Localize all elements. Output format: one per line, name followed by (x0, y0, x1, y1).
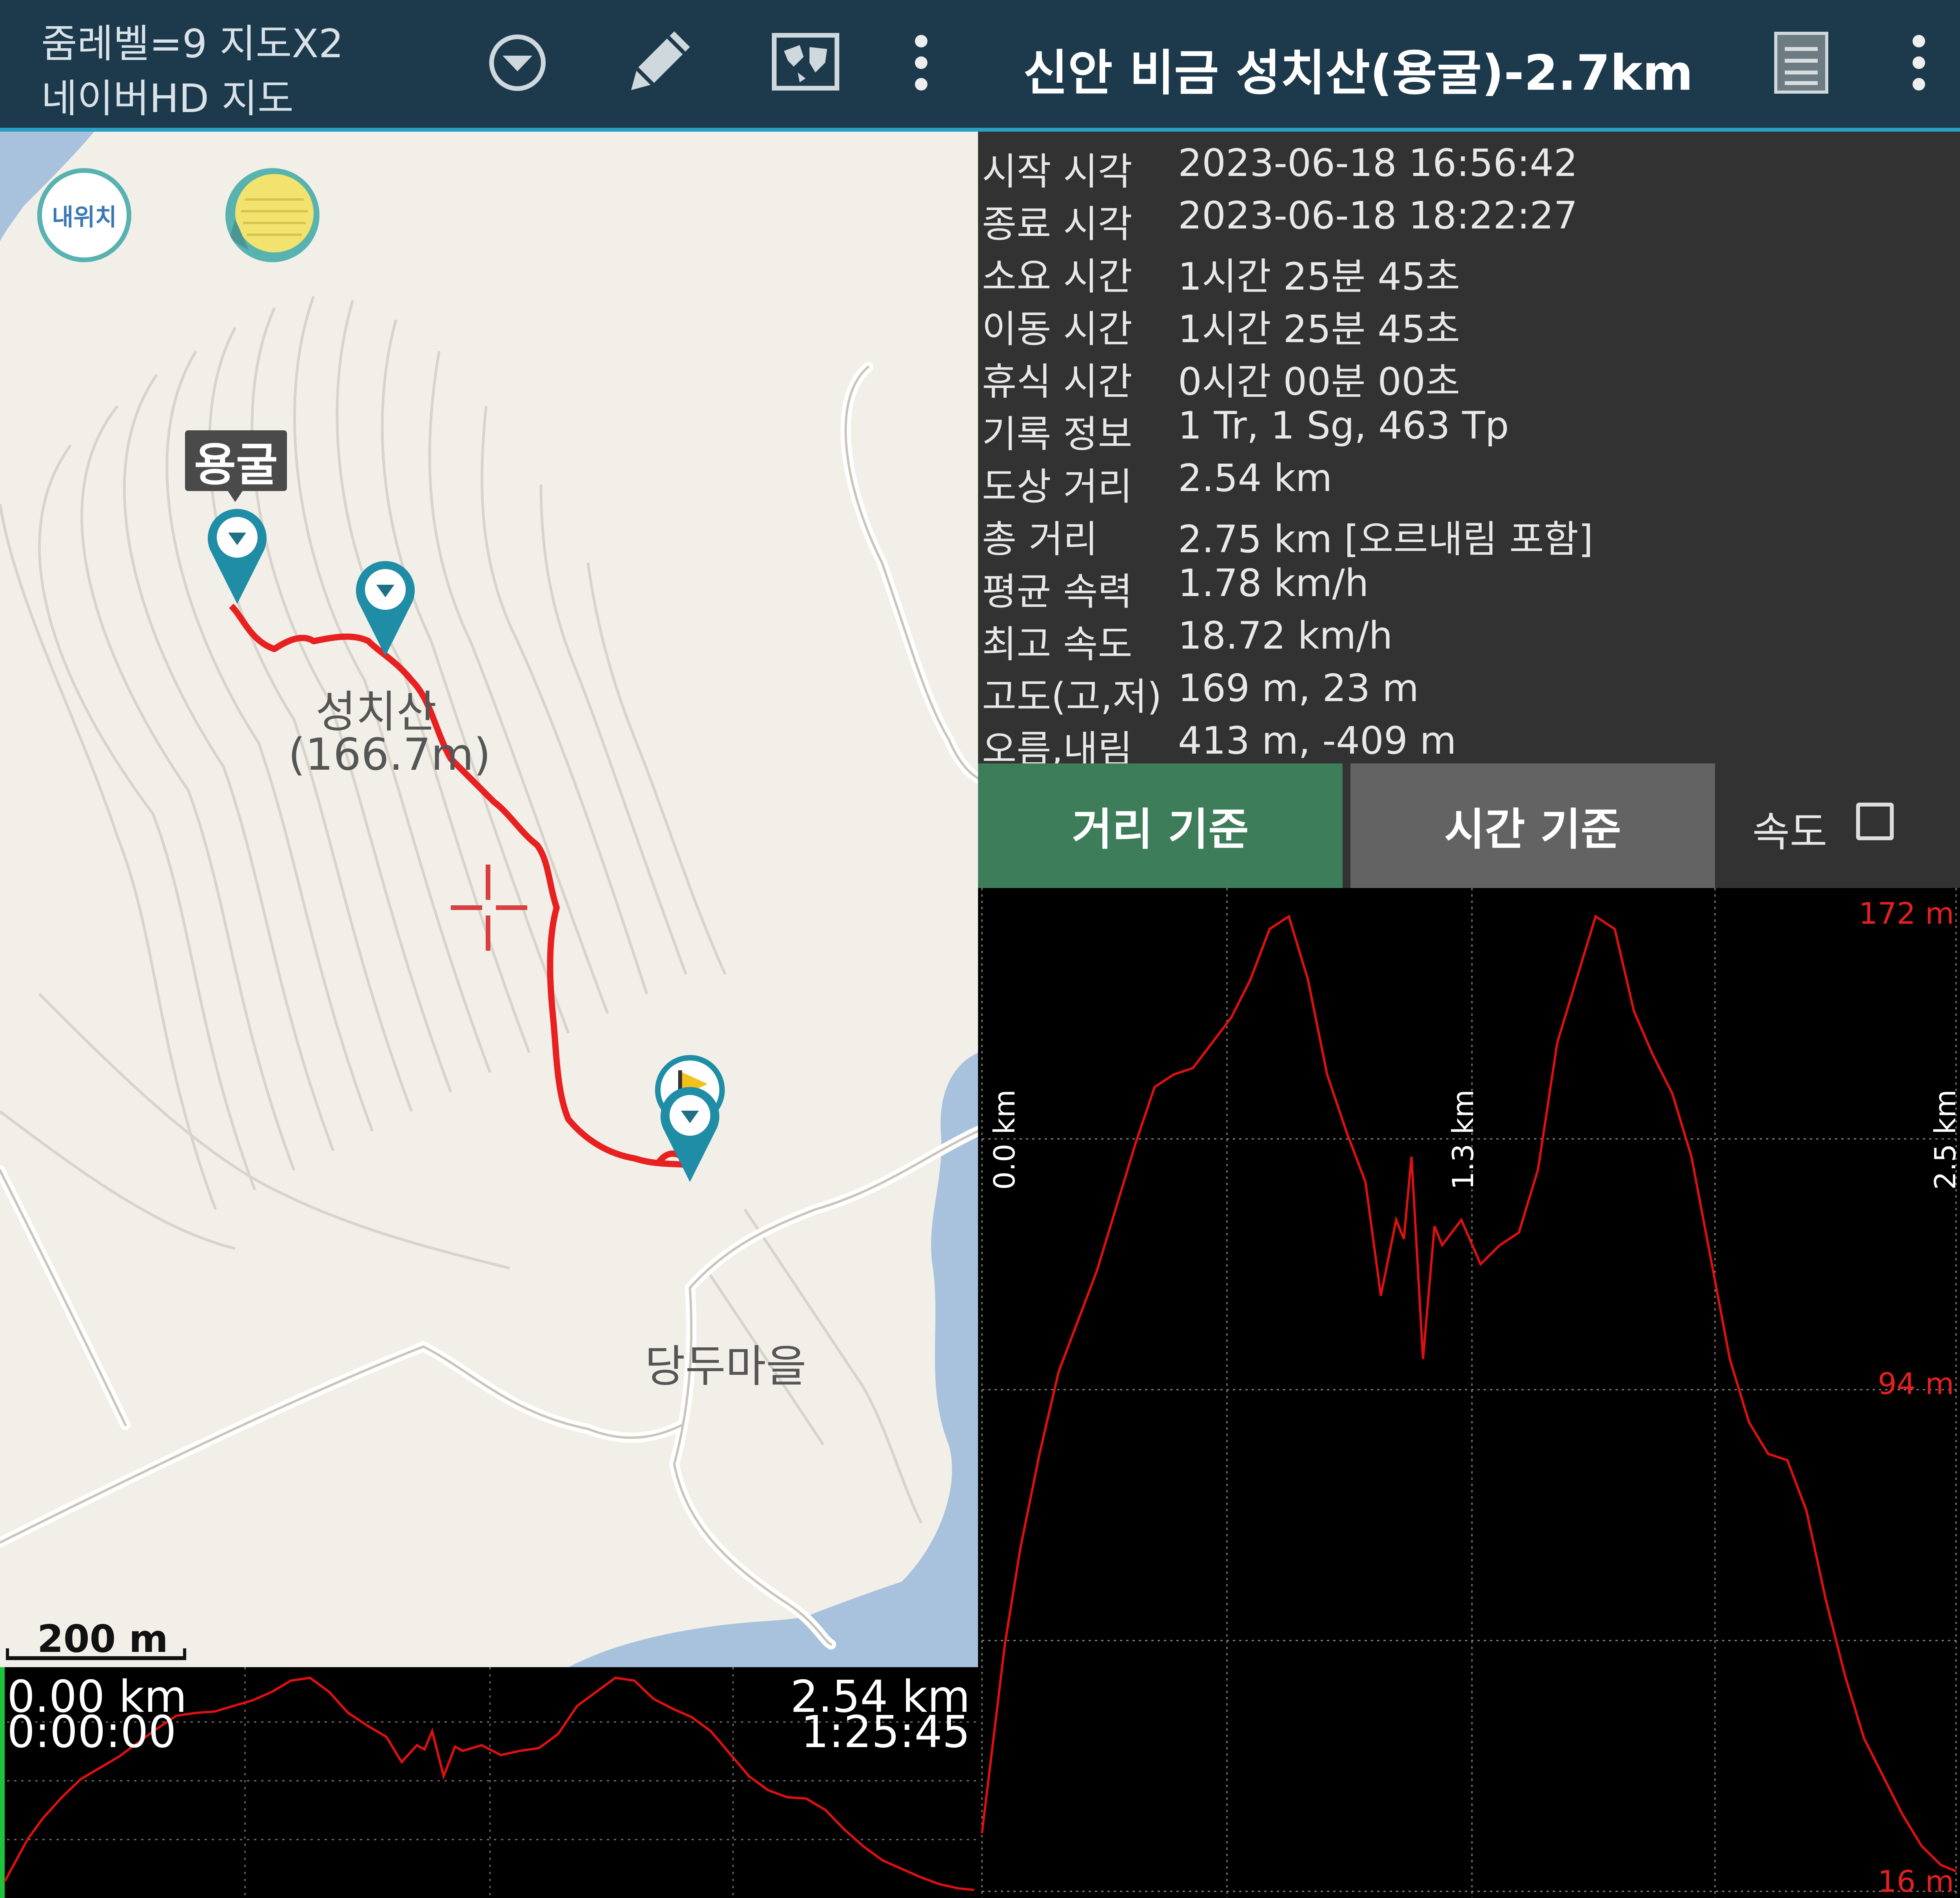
stat-row: 기록 정보 1 Tr, 1 Sg, 463 Tp (978, 402, 1960, 456)
toolbar-divider (0, 128, 1960, 132)
map-view[interactable]: 내위치 용굴 성치산 (166.7m) 당두마을 200 m (0, 132, 978, 1667)
memo-icon (229, 174, 314, 252)
stat-row: 총 거리 2.75 km [오르내림 포함] (978, 507, 1960, 561)
my-location-label: 내위치 (52, 203, 117, 231)
stat-row: 도상 거리 2.54 km (978, 455, 1960, 509)
dropdown-circle-icon[interactable] (478, 24, 557, 102)
waypoint-label-box[interactable]: 용굴 (185, 430, 287, 491)
stat-value: 0시간 00분 00초 (1178, 360, 1460, 404)
mini-end-time: 1:25:45 (801, 1707, 970, 1758)
stat-label: 평균 속력 (982, 570, 1132, 614)
stat-value: 1시간 25분 45초 (1178, 307, 1460, 351)
mini-elevation-profile[interactable]: 0.00 km 0:00:00 2.54 km 1:25:45 (0, 1667, 978, 1898)
stat-value: 2.75 km [오르내림 포함] (1178, 517, 1593, 561)
y-tick-min: 16 m (1878, 1864, 1954, 1898)
stat-row: 소요 시간 1시간 25분 45초 (978, 245, 1960, 299)
waypoint-marker-cave[interactable] (204, 506, 270, 608)
village-name-label: 당두마을 (645, 1341, 807, 1392)
stat-label: 휴식 시간 (982, 360, 1132, 404)
waypoint-marker-peak[interactable] (352, 558, 419, 660)
stat-row: 종료 시각 2023-06-18 18:22:27 (978, 192, 1960, 246)
track-stats-panel: 시작 시각 2023-06-18 16:56:42 종료 시각 2023-06-… (978, 132, 1960, 771)
list-icon[interactable] (1762, 24, 1840, 102)
stat-label: 시작 시각 (982, 150, 1132, 194)
x-tick-start: 0.0 km (988, 1089, 1022, 1190)
zoom-level-text: 줌레벨=9 지도X2 (41, 21, 344, 67)
stat-value: 413 m, -409 m (1178, 719, 1457, 763)
peak-elevation-label: (166.7m) (288, 729, 491, 780)
map-canvas (0, 132, 978, 1667)
speed-checkbox-label: 속도 (1752, 808, 1828, 856)
stat-row: 휴식 시간 0시간 00분 00초 (978, 350, 1960, 404)
scale-bar (6, 1656, 186, 1660)
track-toolbar: 신안 비금 성치산(용굴)-2.7km (978, 0, 1960, 130)
stat-row: 이동 시간 1시간 25분 45초 (978, 297, 1960, 351)
more-vert-icon[interactable] (882, 24, 960, 102)
stat-label: 고도(고,저) (982, 675, 1162, 719)
map-center-crosshair-icon (451, 865, 527, 951)
stat-label: 최고 속도 (982, 622, 1132, 666)
stat-label: 소요 시간 (982, 255, 1132, 299)
stat-row: 고도(고,저) 169 m, 23 m (978, 665, 1960, 719)
stat-row: 시작 시각 2023-06-18 16:56:42 (978, 140, 1960, 194)
stat-value: 169 m, 23 m (1178, 666, 1419, 710)
stat-label: 도상 거리 (982, 465, 1132, 509)
stat-value: 1 Tr, 1 Sg, 463 Tp (1178, 404, 1509, 448)
tab-time[interactable]: 시간 기준 (1350, 763, 1715, 888)
stat-label: 종료 시각 (982, 202, 1132, 246)
waypoint-marker-end[interactable] (657, 1084, 723, 1186)
scale-bar-tick-right (183, 1648, 186, 1660)
tab-distance[interactable]: 거리 기준 (978, 763, 1343, 888)
stat-value: 18.72 km/h (1178, 614, 1393, 658)
my-location-button[interactable]: 내위치 (37, 168, 131, 262)
y-tick-mid: 94 m (1878, 1366, 1954, 1401)
app-window: 줌레벨=9 지도X2 네이버HD 지도 신안 비금 성치산(용굴)-2.7km (0, 0, 1960, 1898)
stat-label: 총 거리 (982, 517, 1098, 561)
elevation-chart-canvas (981, 888, 1960, 1898)
stat-row: 최고 속도 18.72 km/h (978, 612, 1960, 666)
stat-value: 2023-06-18 18:22:27 (1178, 194, 1578, 237)
y-tick-max: 172 m (1858, 896, 1954, 931)
scale-bar-tick-left (6, 1648, 9, 1660)
world-map-icon[interactable] (766, 24, 845, 102)
waypoint-label: 용굴 (194, 438, 278, 491)
map-toolbar: 줌레벨=9 지도X2 네이버HD 지도 (0, 0, 978, 130)
track-title: 신안 비금 성치산(용굴)-2.7km (1023, 45, 1693, 102)
more-vert-icon[interactable] (1880, 24, 1958, 102)
stat-label: 이동 시간 (982, 307, 1132, 351)
stat-value: 2023-06-18 16:56:42 (1178, 141, 1578, 185)
mini-start-time: 0:00:00 (7, 1707, 176, 1758)
speed-checkbox[interactable] (1856, 803, 1894, 840)
x-tick-end: 2.5 km (1929, 1089, 1960, 1190)
stat-row: 평균 속력 1.78 km/h (978, 560, 1960, 614)
stat-value: 1.78 km/h (1178, 561, 1369, 605)
pencil-icon[interactable] (619, 22, 698, 100)
stat-label: 기록 정보 (982, 412, 1132, 456)
elevation-chart[interactable]: 172 m 94 m 16 m 0.0 km 1.3 km 2.5 km (978, 888, 1960, 1898)
map-source-text[interactable]: 네이버HD 지도 (41, 67, 294, 123)
stat-value: 1시간 25분 45초 (1178, 255, 1460, 299)
x-tick-mid: 1.3 km (1446, 1089, 1480, 1190)
scale-label: 200 m (37, 1617, 168, 1661)
profile-tabs: 거리 기준 시간 기준 속도 (978, 763, 1960, 888)
elevation-line (981, 914, 1957, 1873)
stat-row: 오름,내림 413 m, -409 m (978, 717, 1960, 771)
stat-value: 2.54 km (1178, 456, 1332, 500)
memo-layer-button[interactable] (225, 168, 319, 262)
